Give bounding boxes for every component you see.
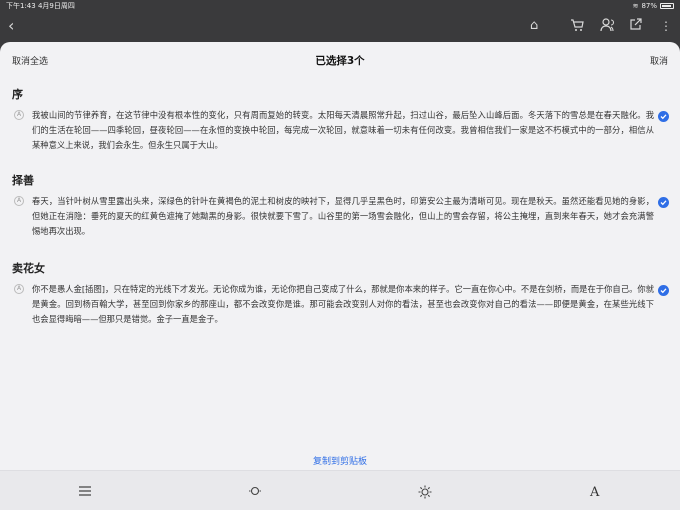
share-icon[interactable] bbox=[630, 18, 642, 35]
home-icon[interactable]: ⌂ bbox=[530, 18, 538, 34]
status-bar: 下午1:43 4月9日周四 ≋ 87% bbox=[0, 0, 680, 12]
font-icon[interactable]: A bbox=[590, 485, 599, 500]
checkmark-icon[interactable] bbox=[658, 285, 669, 296]
section-text: 我被山间的节律养育，在这节律中没有根本性的变化，只有周而复始的转变。太阳每天清晨… bbox=[32, 110, 654, 150]
battery-percent: 87% bbox=[641, 2, 657, 10]
sheet-title: 已选择3个 bbox=[315, 55, 365, 67]
section-text: 春天，当针叶树从雪里露出头来，深绿色的针叶在黄褐色的泥土和树皮的映衬下，显得几乎… bbox=[32, 196, 654, 236]
more-icon[interactable]: ⋮ bbox=[660, 18, 672, 34]
wifi-icon: ≋ bbox=[632, 2, 639, 10]
checkmark-icon[interactable] bbox=[658, 197, 669, 208]
app-toolbar: ‹ ⌂ ⋮ bbox=[0, 12, 680, 42]
copy-to-clipboard-button[interactable]: 复制到剪贴板 bbox=[0, 452, 680, 472]
brightness-low-icon[interactable] bbox=[248, 485, 262, 500]
list-icon[interactable] bbox=[79, 485, 91, 499]
font-a-icon: A bbox=[14, 110, 24, 120]
sheet-header: 取消全选 已选择3个 取消 bbox=[0, 42, 680, 78]
section-title: 卖花女 bbox=[12, 262, 45, 275]
section-title: 序 bbox=[12, 88, 23, 101]
status-time: 下午1:43 4月9日周四 bbox=[6, 2, 75, 10]
brightness-high-icon[interactable] bbox=[418, 485, 432, 502]
selection-sheet: 取消全选 已选择3个 取消 序 A 我被山间的节律养育，在这节律中没有根本性的变… bbox=[0, 42, 680, 510]
font-a-icon: A bbox=[14, 284, 24, 294]
checkmark-icon[interactable] bbox=[658, 111, 669, 122]
back-icon[interactable]: ‹ bbox=[8, 18, 14, 34]
status-right: ≋ 87% bbox=[633, 0, 674, 12]
cart-icon[interactable] bbox=[570, 18, 584, 37]
cancel-button[interactable]: 取消 bbox=[650, 54, 668, 67]
font-a-icon: A bbox=[14, 196, 24, 206]
section-title: 择善 bbox=[12, 174, 34, 187]
reader-bottom-bar: A bbox=[0, 470, 680, 510]
section-text: 你不是愚人金[插图]，只在特定的光线下才发光。无论你成为谁，无论你把自己变成了什… bbox=[32, 284, 654, 324]
people-icon[interactable] bbox=[600, 18, 616, 37]
battery-icon bbox=[660, 3, 674, 9]
